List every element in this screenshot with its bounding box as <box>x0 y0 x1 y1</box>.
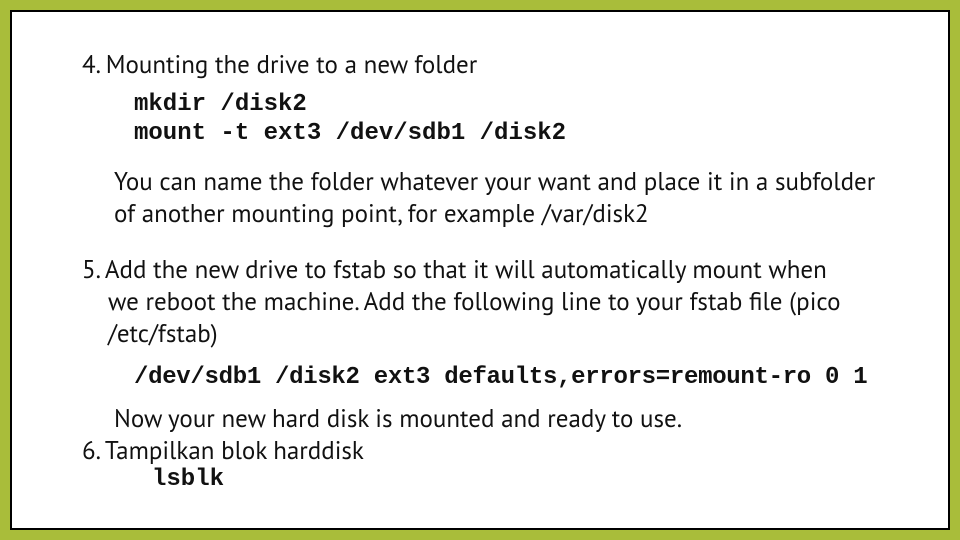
step-5-text: 5. Add the new drive to fstab so that it… <box>82 253 890 349</box>
step-4-heading: 4. Mounting the drive to a new folder <box>82 48 890 80</box>
step-5-rest: we reboot the machine. Add the following… <box>108 285 890 349</box>
step-5-code: /dev/sdb1 /disk2 ext3 defaults,errors=re… <box>134 363 890 392</box>
step-6-heading: 6. Tampilkan blok harddisk <box>82 434 890 466</box>
step-5-note: Now your new hard disk is mounted and re… <box>114 402 890 434</box>
step-4-note: You can name the folder whatever your wa… <box>114 165 890 229</box>
step-5-line1: 5. Add the new drive to fstab so that it… <box>82 253 890 285</box>
step-6-code: lsblk <box>152 466 890 495</box>
step-4-code: mkdir /disk2 mount -t ext3 /dev/sdb1 /di… <box>134 90 890 149</box>
slide-frame: 4. Mounting the drive to a new folder mk… <box>10 10 950 530</box>
